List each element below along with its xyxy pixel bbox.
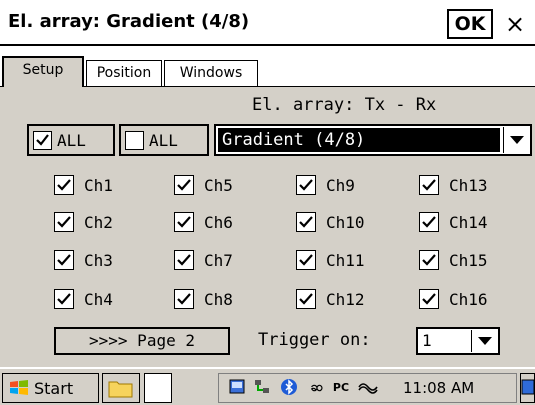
trigger-label: Trigger on: [258, 330, 371, 350]
trigger-select-value: 1 [422, 331, 432, 350]
checkbox-checked-icon [419, 289, 439, 309]
tab-setup[interactable]: Setup [2, 56, 84, 87]
taskbar: Start ဆ PC 11:08 AM [0, 367, 535, 405]
bluetooth-icon[interactable] [279, 378, 299, 398]
checkbox-checked-icon [174, 250, 194, 270]
tab-position[interactable]: Position [86, 60, 162, 86]
sync-icon[interactable]: ဆ [307, 378, 327, 398]
trigger-select[interactable]: 1 [416, 327, 500, 355]
checkbox-empty-icon [125, 131, 144, 150]
channel-label: Ch15 [449, 251, 488, 270]
keyboard-icon[interactable] [227, 378, 247, 398]
checkbox-checked-icon [296, 175, 316, 195]
channel-label: Ch12 [326, 290, 365, 309]
checkbox-checked-icon [54, 175, 74, 195]
array-label: El. array: Tx - Rx [252, 95, 437, 115]
channel-label: Ch9 [326, 176, 355, 195]
pc-icon[interactable]: PC [331, 378, 351, 398]
array-select-value: Gradient (4/8) [218, 128, 500, 152]
select-all-label: ALL [57, 131, 86, 150]
checkbox-checked-icon [54, 212, 74, 232]
checkbox-checked-icon [33, 131, 52, 150]
network-icon[interactable] [253, 378, 273, 398]
tab-strip: Setup Position Windows [0, 46, 535, 87]
dialog-body: Setup Position Windows El. array: Tx - R… [0, 46, 535, 367]
channel-label: Ch13 [449, 176, 488, 195]
window-title: El. array: Gradient (4/8) [8, 11, 250, 32]
tab-windows[interactable]: Windows [164, 60, 258, 86]
start-label: Start [34, 379, 74, 398]
checkbox-checked-icon [54, 289, 74, 309]
checkbox-checked-icon [296, 250, 316, 270]
folder-icon [108, 381, 133, 398]
blank-task-button[interactable] [144, 373, 172, 403]
deselect-all-button[interactable]: ALL [119, 124, 209, 156]
channel-label: Ch11 [326, 251, 365, 270]
checkbox-checked-icon [174, 175, 194, 195]
folder-task-button[interactable] [102, 373, 140, 403]
title-bar: El. array: Gradient (4/8) OK × [0, 0, 535, 46]
channel-label: Ch1 [84, 176, 113, 195]
checkbox-checked-icon [54, 250, 74, 270]
channel-label: Ch14 [449, 213, 488, 232]
checkbox-checked-icon [174, 212, 194, 232]
checkbox-checked-icon [174, 289, 194, 309]
system-tray: ဆ PC 11:08 AM [218, 373, 517, 403]
checkbox-checked-icon [296, 289, 316, 309]
checkbox-checked-icon [296, 212, 316, 232]
ok-button[interactable]: OK [447, 9, 493, 39]
start-button[interactable]: Start [2, 373, 99, 403]
chevron-down-icon[interactable] [503, 127, 529, 153]
channel-label: Ch5 [204, 176, 233, 195]
sip-button[interactable] [520, 373, 535, 403]
channel-label: Ch3 [84, 251, 113, 270]
input-panel-icon [521, 379, 535, 395]
channel-label: Ch16 [449, 290, 488, 309]
channel-label: Ch2 [84, 213, 113, 232]
chevron-down-icon[interactable] [471, 330, 497, 352]
checkbox-checked-icon [419, 175, 439, 195]
page-2-button[interactable]: >>>> Page 2 [54, 327, 230, 355]
channel-label: Ch8 [204, 290, 233, 309]
channel-label: Ch10 [326, 213, 365, 232]
array-select[interactable]: Gradient (4/8) [214, 124, 532, 156]
checkbox-checked-icon [419, 250, 439, 270]
clock[interactable]: 11:08 AM [403, 379, 474, 397]
close-button[interactable]: × [498, 7, 532, 41]
windows-flag-icon [10, 380, 28, 395]
activesync-icon[interactable] [357, 378, 378, 398]
channel-label: Ch7 [204, 251, 233, 270]
deselect-all-label: ALL [149, 131, 178, 150]
channel-label: Ch6 [204, 213, 233, 232]
channel-label: Ch4 [84, 290, 113, 309]
select-all-button[interactable]: ALL [27, 124, 115, 156]
checkbox-checked-icon [419, 212, 439, 232]
